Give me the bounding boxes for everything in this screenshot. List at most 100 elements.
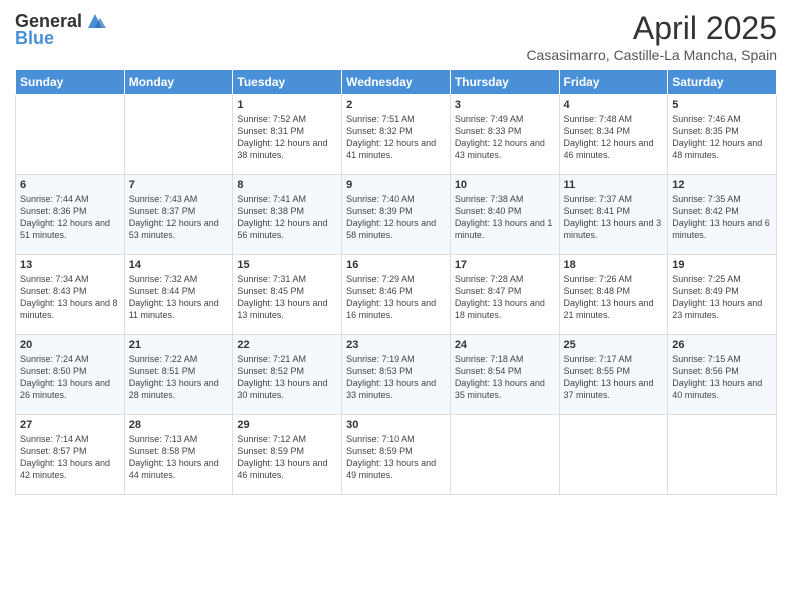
table-row [16, 95, 125, 175]
day-number: 1 [237, 99, 337, 111]
day-info: Sunrise: 7:24 AM Sunset: 8:50 PM Dayligh… [20, 353, 120, 402]
table-row: 12Sunrise: 7:35 AM Sunset: 8:42 PM Dayli… [668, 175, 777, 255]
table-row: 14 Sunrise: 7:32 AM Sunset: 8:44 PM Dayli… [124, 255, 233, 335]
day-number: 25 [564, 339, 664, 351]
day-info: Sunrise: 7:44 AM Sunset: 8:36 PM Dayligh… [20, 193, 120, 242]
table-row: 6 Sunrise: 7:44 AM Sunset: 8:36 PM Daylig… [16, 175, 125, 255]
week-row-3: 20 Sunrise: 7:24 AM Sunset: 8:50 PM Dayli… [16, 335, 777, 415]
table-row: 18 Sunrise: 7:26 AM Sunset: 8:48 PM Dayli… [559, 255, 668, 335]
day-info: Sunrise: 7:31 AM Sunset: 8:45 PM Dayligh… [237, 273, 337, 322]
day-number: 19 [672, 259, 772, 271]
day-number: 7 [129, 179, 229, 191]
day-number: 23 [346, 339, 446, 351]
day-number: 21 [129, 339, 229, 351]
day-number: 27 [20, 419, 120, 431]
day-info: Sunrise: 7:13 AM Sunset: 8:58 PM Dayligh… [129, 433, 229, 482]
day-info: Sunrise: 7:28 AM Sunset: 8:47 PM Dayligh… [455, 273, 555, 322]
day-info: Sunrise: 7:37 AM Sunset: 8:41 PM Dayligh… [564, 193, 664, 242]
table-row [124, 95, 233, 175]
day-number: 24 [455, 339, 555, 351]
logo: General Blue [15, 10, 106, 49]
day-number: 18 [564, 259, 664, 271]
day-info: Sunrise: 7:29 AM Sunset: 8:46 PM Dayligh… [346, 273, 446, 322]
day-number: 28 [129, 419, 229, 431]
day-info: Sunrise: 7:25 AM Sunset: 8:49 PM Dayligh… [672, 273, 772, 322]
table-row: 23Sunrise: 7:19 AM Sunset: 8:53 PM Dayli… [342, 335, 451, 415]
day-info: Sunrise: 7:22 AM Sunset: 8:51 PM Dayligh… [129, 353, 229, 402]
week-row-4: 27Sunrise: 7:14 AM Sunset: 8:57 PM Dayli… [16, 415, 777, 495]
day-info: Sunrise: 7:43 AM Sunset: 8:37 PM Dayligh… [129, 193, 229, 242]
day-info: Sunrise: 7:12 AM Sunset: 8:59 PM Dayligh… [237, 433, 337, 482]
table-row: 30 Sunrise: 7:10 AM Sunset: 8:59 PM Dayli… [342, 415, 451, 495]
table-row: 4 Sunrise: 7:48 AM Sunset: 8:34 PM Daylig… [559, 95, 668, 175]
calendar-table: Sunday Monday Tuesday Wednesday Thursday… [15, 69, 777, 495]
day-info: Sunrise: 7:52 AM Sunset: 8:31 PM Dayligh… [237, 113, 337, 162]
week-row-1: 6 Sunrise: 7:44 AM Sunset: 8:36 PM Daylig… [16, 175, 777, 255]
table-row: 28 Sunrise: 7:13 AM Sunset: 8:58 PM Dayli… [124, 415, 233, 495]
table-row: 29 Sunrise: 7:12 AM Sunset: 8:59 PM Dayli… [233, 415, 342, 495]
day-info: Sunrise: 7:38 AM Sunset: 8:40 PM Dayligh… [455, 193, 555, 242]
day-number: 5 [672, 99, 772, 111]
table-row: 20 Sunrise: 7:24 AM Sunset: 8:50 PM Dayli… [16, 335, 125, 415]
day-info: Sunrise: 7:40 AM Sunset: 8:39 PM Dayligh… [346, 193, 446, 242]
day-number: 15 [237, 259, 337, 271]
day-number: 14 [129, 259, 229, 271]
col-saturday: Saturday [668, 70, 777, 95]
day-number: 16 [346, 259, 446, 271]
day-info: Sunrise: 7:34 AM Sunset: 8:43 PM Dayligh… [20, 273, 120, 322]
table-row: 10Sunrise: 7:38 AM Sunset: 8:40 PM Dayli… [450, 175, 559, 255]
table-row: 3Sunrise: 7:49 AM Sunset: 8:33 PM Daylig… [450, 95, 559, 175]
day-number: 29 [237, 419, 337, 431]
day-info: Sunrise: 7:46 AM Sunset: 8:35 PM Dayligh… [672, 113, 772, 162]
logo-icon [84, 10, 106, 32]
day-info: Sunrise: 7:21 AM Sunset: 8:52 PM Dayligh… [237, 353, 337, 402]
day-number: 4 [564, 99, 664, 111]
table-row: 13 Sunrise: 7:34 AM Sunset: 8:43 PM Dayli… [16, 255, 125, 335]
day-number: 17 [455, 259, 555, 271]
day-info: Sunrise: 7:49 AM Sunset: 8:33 PM Dayligh… [455, 113, 555, 162]
day-info: Sunrise: 7:51 AM Sunset: 8:32 PM Dayligh… [346, 113, 446, 162]
header: General Blue April 2025 Casasimarro, Cas… [15, 10, 777, 63]
table-row [450, 415, 559, 495]
day-number: 2 [346, 99, 446, 111]
day-number: 26 [672, 339, 772, 351]
day-number: 9 [346, 179, 446, 191]
col-monday: Monday [124, 70, 233, 95]
day-number: 30 [346, 419, 446, 431]
table-row: 24Sunrise: 7:18 AM Sunset: 8:54 PM Dayli… [450, 335, 559, 415]
title-block: April 2025 Casasimarro, Castille-La Manc… [526, 10, 777, 63]
day-number: 11 [564, 179, 664, 191]
day-info: Sunrise: 7:17 AM Sunset: 8:55 PM Dayligh… [564, 353, 664, 402]
week-row-2: 13 Sunrise: 7:34 AM Sunset: 8:43 PM Dayli… [16, 255, 777, 335]
table-row: 1 Sunrise: 7:52 AM Sunset: 8:31 PM Daylig… [233, 95, 342, 175]
day-info: Sunrise: 7:32 AM Sunset: 8:44 PM Dayligh… [129, 273, 229, 322]
day-info: Sunrise: 7:41 AM Sunset: 8:38 PM Dayligh… [237, 193, 337, 242]
day-info: Sunrise: 7:10 AM Sunset: 8:59 PM Dayligh… [346, 433, 446, 482]
logo-blue: Blue [15, 28, 54, 49]
table-row: 16 Sunrise: 7:29 AM Sunset: 8:46 PM Dayli… [342, 255, 451, 335]
table-row: 7 Sunrise: 7:43 AM Sunset: 8:37 PM Daylig… [124, 175, 233, 255]
table-row: 8Sunrise: 7:41 AM Sunset: 8:38 PM Daylig… [233, 175, 342, 255]
col-sunday: Sunday [16, 70, 125, 95]
table-row [668, 415, 777, 495]
day-info: Sunrise: 7:26 AM Sunset: 8:48 PM Dayligh… [564, 273, 664, 322]
day-info: Sunrise: 7:35 AM Sunset: 8:42 PM Dayligh… [672, 193, 772, 242]
table-row: 17 Sunrise: 7:28 AM Sunset: 8:47 PM Dayli… [450, 255, 559, 335]
table-row: 15 Sunrise: 7:31 AM Sunset: 8:45 PM Dayli… [233, 255, 342, 335]
day-number: 20 [20, 339, 120, 351]
col-friday: Friday [559, 70, 668, 95]
day-number: 6 [20, 179, 120, 191]
table-row: 11 Sunrise: 7:37 AM Sunset: 8:41 PM Dayli… [559, 175, 668, 255]
header-row: Sunday Monday Tuesday Wednesday Thursday… [16, 70, 777, 95]
day-number: 22 [237, 339, 337, 351]
table-row: 27Sunrise: 7:14 AM Sunset: 8:57 PM Dayli… [16, 415, 125, 495]
page-container: General Blue April 2025 Casasimarro, Cas… [0, 0, 792, 505]
col-thursday: Thursday [450, 70, 559, 95]
col-tuesday: Tuesday [233, 70, 342, 95]
day-number: 13 [20, 259, 120, 271]
table-row: 21 Sunrise: 7:22 AM Sunset: 8:51 PM Dayli… [124, 335, 233, 415]
day-info: Sunrise: 7:48 AM Sunset: 8:34 PM Dayligh… [564, 113, 664, 162]
table-row: 25 Sunrise: 7:17 AM Sunset: 8:55 PM Dayli… [559, 335, 668, 415]
table-row [559, 415, 668, 495]
location-title: Casasimarro, Castille-La Mancha, Spain [526, 47, 777, 63]
